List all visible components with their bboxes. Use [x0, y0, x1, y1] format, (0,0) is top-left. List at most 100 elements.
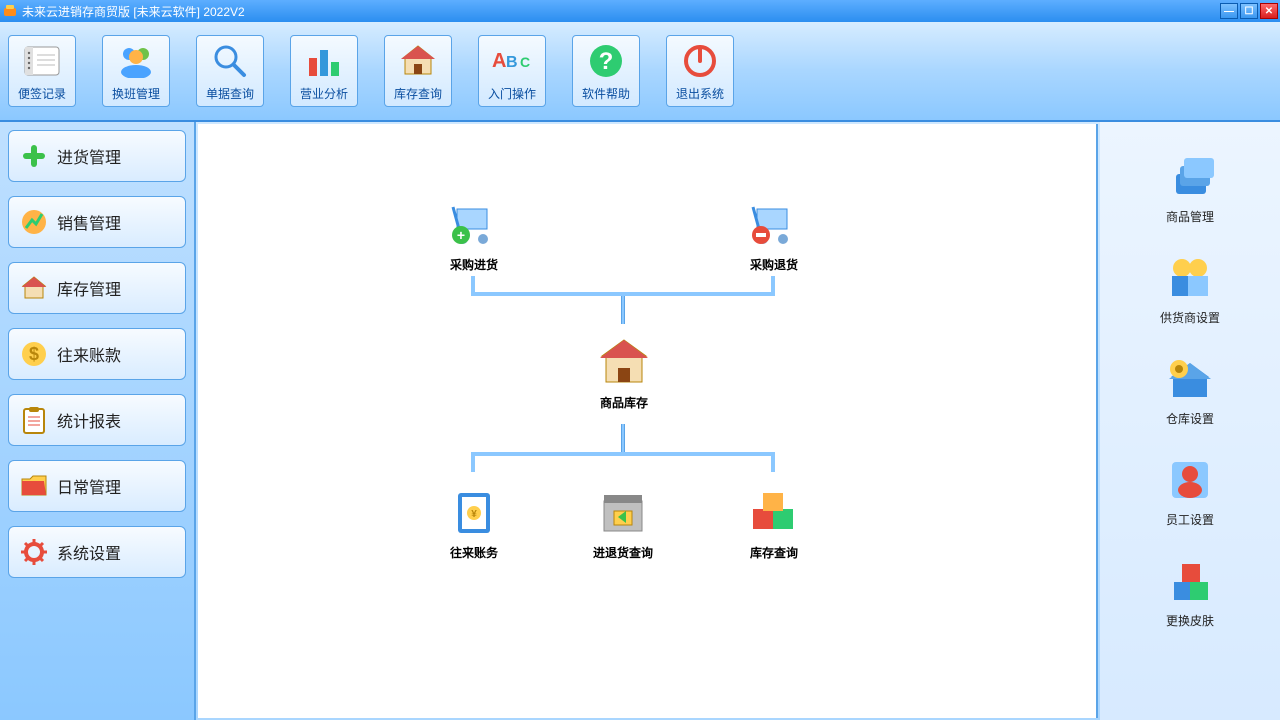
maximize-button[interactable]: ☐ — [1240, 3, 1258, 19]
stack-icon — [1165, 152, 1215, 202]
shortcut-goods[interactable]: 商品管理 — [1165, 152, 1215, 225]
connector — [471, 276, 775, 296]
shortcut-supplier[interactable]: 供货商设置 — [1160, 253, 1220, 326]
toolbar-label: 便签记录 — [18, 85, 66, 102]
nav-purchase[interactable]: 进货管理 — [8, 130, 186, 182]
toolbar-label: 换班管理 — [112, 85, 160, 102]
flow-label: 商品库存 — [600, 394, 648, 411]
toolbar-tutorial-button[interactable]: ABC 入门操作 — [478, 35, 546, 107]
main-area: 进货管理 销售管理 库存管理 $ 往来账款 统计报表 日常管理 系统设置 — [0, 122, 1280, 720]
svg-text:¥: ¥ — [471, 509, 477, 520]
shortcut-label: 更换皮肤 — [1166, 612, 1214, 629]
toolbar-label: 营业分析 — [300, 85, 348, 102]
shortcut-warehouse[interactable]: 仓库设置 — [1165, 354, 1215, 427]
flow-label: 采购退货 — [750, 256, 798, 273]
chart-icon — [304, 41, 344, 81]
flow-purchase-in[interactable]: + 采购进货 — [446, 196, 502, 273]
shortcut-label: 员工设置 — [1166, 511, 1214, 528]
flow-stock-query[interactable]: 库存查询 — [746, 484, 802, 561]
nav-label: 日常管理 — [57, 474, 121, 498]
flow-accounts[interactable]: ¥ 往来账务 — [446, 484, 502, 561]
toolbar-label: 退出系统 — [676, 85, 724, 102]
shortcut-staff[interactable]: 员工设置 — [1165, 455, 1215, 528]
svg-text:+: + — [457, 227, 465, 243]
flow-label: 进退货查询 — [593, 544, 653, 561]
shortcut-skin[interactable]: 更换皮肤 — [1165, 556, 1215, 629]
power-icon — [680, 41, 720, 81]
supplier-icon — [1165, 253, 1215, 303]
search-icon — [210, 41, 250, 81]
connector — [621, 424, 625, 452]
app-icon — [2, 3, 18, 19]
toolbar-analysis-button[interactable]: 营业分析 — [290, 35, 358, 107]
house-icon — [398, 41, 438, 81]
toolbar-stock-button[interactable]: 库存查询 — [384, 35, 452, 107]
window-title: 未来云进销存商贸版 [未来云软件] 2022V2 — [22, 3, 1220, 20]
connector — [471, 452, 775, 472]
flow-inout-query[interactable]: 进退货查询 — [593, 484, 653, 561]
staff-icon — [1165, 455, 1215, 505]
svg-text:?: ? — [599, 48, 614, 75]
nav-reports[interactable]: 统计报表 — [8, 394, 186, 446]
toolbar-search-button[interactable]: 单据查询 — [196, 35, 264, 107]
main-toolbar: 便签记录 换班管理 单据查询 营业分析 库存查询 ABC 入门操作 ? 软件帮助… — [0, 22, 1280, 122]
svg-text:C: C — [520, 54, 530, 70]
flow-purchase-return[interactable]: 采购退货 — [746, 196, 802, 273]
svg-text:B: B — [506, 54, 518, 71]
folder-icon — [19, 471, 49, 501]
notes-icon — [22, 41, 62, 81]
nav-label: 进货管理 — [57, 144, 121, 168]
nav-label: 往来账款 — [57, 342, 121, 366]
ledger-icon: ¥ — [446, 484, 502, 540]
svg-text:$: $ — [29, 344, 39, 364]
toolbar-label: 单据查询 — [206, 85, 254, 102]
close-button[interactable]: ✕ — [1260, 3, 1278, 19]
house-small-icon — [19, 273, 49, 303]
cart-add-icon: + — [446, 196, 502, 252]
nav-sales[interactable]: 销售管理 — [8, 196, 186, 248]
toolbar-shift-button[interactable]: 换班管理 — [102, 35, 170, 107]
plus-icon — [19, 141, 49, 171]
help-icon: ? — [586, 41, 626, 81]
svg-text:A: A — [492, 50, 506, 72]
left-navigation: 进货管理 销售管理 库存管理 $ 往来账款 统计报表 日常管理 系统设置 — [0, 122, 196, 720]
flow-label: 采购进货 — [450, 256, 498, 273]
chart-up-icon — [19, 207, 49, 237]
flow-label: 往来账务 — [450, 544, 498, 561]
shortcut-label: 商品管理 — [1166, 208, 1214, 225]
titlebar: 未来云进销存商贸版 [未来云软件] 2022V2 — ☐ ✕ — [0, 0, 1280, 22]
gear-icon — [19, 537, 49, 567]
box-search-icon — [595, 484, 651, 540]
toolbar-label: 软件帮助 — [582, 85, 630, 102]
right-shortcuts: 商品管理 供货商设置 仓库设置 员工设置 更换皮肤 — [1100, 122, 1280, 720]
nav-inventory[interactable]: 库存管理 — [8, 262, 186, 314]
shortcut-label: 供货商设置 — [1160, 309, 1220, 326]
nav-label: 系统设置 — [57, 540, 121, 564]
toolbar-label: 库存查询 — [394, 85, 442, 102]
abc-icon: ABC — [492, 41, 532, 81]
dollar-icon: $ — [19, 339, 49, 369]
nav-label: 销售管理 — [57, 210, 121, 234]
warehouse-icon — [596, 334, 652, 390]
boxes-icon — [746, 484, 802, 540]
warehouse-gear-icon — [1165, 354, 1215, 404]
nav-daily[interactable]: 日常管理 — [8, 460, 186, 512]
connector — [621, 296, 625, 324]
toolbar-help-button[interactable]: ? 软件帮助 — [572, 35, 640, 107]
nav-settings[interactable]: 系统设置 — [8, 526, 186, 578]
toolbar-exit-button[interactable]: 退出系统 — [666, 35, 734, 107]
people-icon — [116, 41, 156, 81]
flow-goods-stock[interactable]: 商品库存 — [596, 334, 652, 411]
minimize-button[interactable]: — — [1220, 3, 1238, 19]
nav-label: 统计报表 — [57, 408, 121, 432]
flow-label: 库存查询 — [750, 544, 798, 561]
toolbar-label: 入门操作 — [488, 85, 536, 102]
nav-label: 库存管理 — [57, 276, 121, 300]
toolbar-notes-button[interactable]: 便签记录 — [8, 35, 76, 107]
shortcut-label: 仓库设置 — [1166, 410, 1214, 427]
workflow-canvas: + 采购进货 采购退货 商品库存 ¥ 往来账务 进退货查询 库存查询 — [198, 124, 1098, 718]
cart-remove-icon — [746, 196, 802, 252]
nav-accounts[interactable]: $ 往来账款 — [8, 328, 186, 380]
clipboard-icon — [19, 405, 49, 435]
blocks-icon — [1165, 556, 1215, 606]
